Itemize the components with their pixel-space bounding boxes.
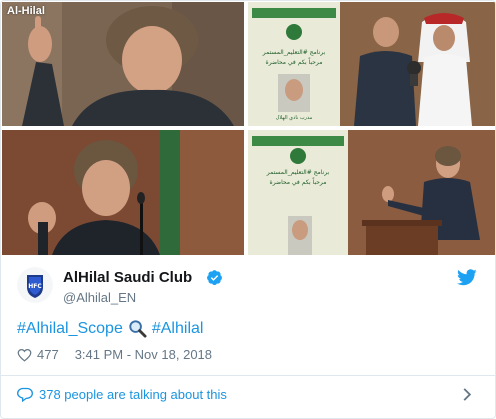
heart-icon[interactable] [17, 348, 32, 362]
author-handle[interactable]: @Alhilal_EN [63, 290, 136, 305]
twitter-bird-icon[interactable] [457, 269, 477, 286]
photo-watermark: Al-Hilal [7, 5, 45, 17]
tweet-text: #Alhilal_Scope #Alhilal [17, 319, 203, 338]
avatar[interactable]: HFC [17, 267, 53, 303]
magnifying-glass-icon [129, 320, 147, 338]
like-count[interactable]: 477 [37, 347, 59, 362]
tweet-meta: 477 3:41 PM - Nov 18, 2018 [17, 347, 212, 362]
tweet-photo-4[interactable]: برنامج #التعليم_المستمر مرحباً بكم في مح… [248, 130, 495, 255]
tweet-card[interactable]: Al-Hilal برنامج #التعليم_المستمر مرحباً … [0, 0, 496, 419]
photo-grid: Al-Hilal برنامج #التعليم_المستمر مرحباً … [2, 2, 495, 255]
author-name[interactable]: AlHilal Saudi Club [63, 269, 192, 286]
banner-line-1-copy: برنامج #التعليم_المستمر [266, 169, 330, 176]
chevron-right-icon[interactable] [462, 387, 472, 402]
tweet-timestamp[interactable]: 3:41 PM - Nov 18, 2018 [75, 347, 212, 362]
tweet-photo-2[interactable]: برنامج #التعليم_المستمر مرحباً بكم في مح… [248, 2, 495, 126]
talking-count-link[interactable]: 378 people are talking about this [39, 387, 227, 402]
verified-badge-icon [207, 270, 222, 286]
banner-line-2-copy: مرحباً بكم في محاضرة [270, 178, 327, 186]
banner-line-2: مرحباً بكم في محاضرة [266, 58, 323, 66]
hashtag-link[interactable]: #Alhilal_Scope [17, 320, 123, 338]
tweet-photo-3[interactable] [2, 130, 244, 255]
svg-text:HFC: HFC [28, 283, 42, 290]
banner-caption: مدرب نادي الهلال [276, 115, 313, 121]
hashtag-link-2[interactable]: #Alhilal [152, 320, 204, 338]
tweet-photo-1[interactable]: Al-Hilal [2, 2, 244, 126]
banner-line-1: برنامج #التعليم_المستمر [262, 49, 326, 56]
reply-bubble-icon [17, 387, 33, 402]
conversation-link[interactable]: 378 people are talking about this [1, 376, 495, 414]
